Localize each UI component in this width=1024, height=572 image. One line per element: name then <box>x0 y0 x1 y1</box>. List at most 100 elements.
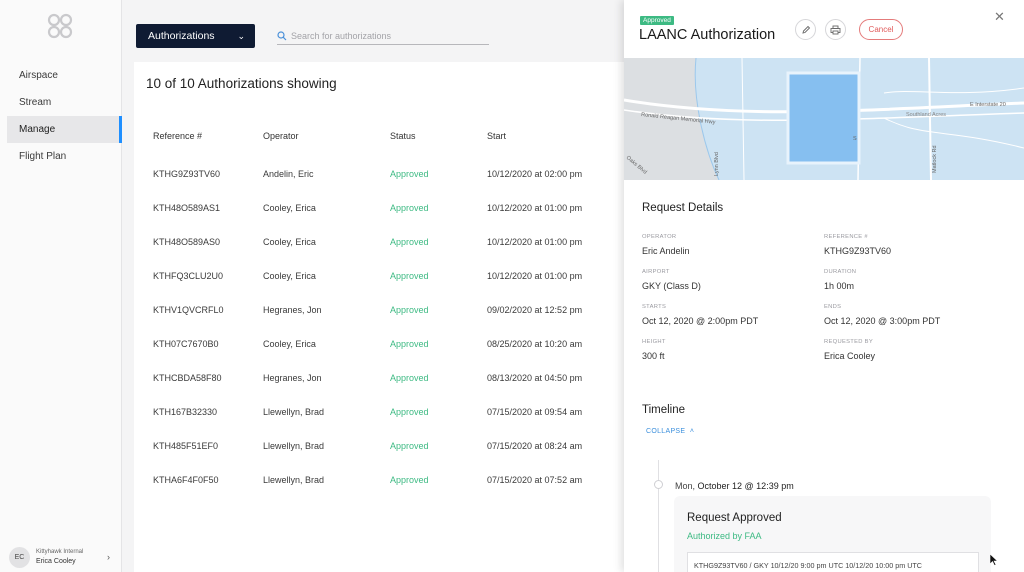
table-row[interactable]: KTH48O589AS1 Cooley, Erica Approved 10/12/2… <box>134 191 624 225</box>
authorization-detail-panel: Approved LAANC Authorization Cancel ✕ Ro… <box>624 0 1024 572</box>
ends-value: Oct 12, 2020 @ 3:00pm PDT <box>824 316 941 326</box>
dropdown-label: Authorizations <box>148 30 215 42</box>
timeline-dot <box>654 480 663 489</box>
reference-cell: KTH48O589AS1 <box>153 203 221 213</box>
height-label: HEIGHT <box>642 339 666 345</box>
start-cell: 08/13/2020 at 04:50 pm <box>487 373 583 383</box>
timeline-heading: Timeline <box>642 404 686 416</box>
timeline-date: Mon, October 12 @ 12:39 pm <box>675 481 794 491</box>
starts-label: STARTS <box>642 304 667 310</box>
search-icon <box>277 31 287 41</box>
user-name: Erica Cooley <box>36 558 76 565</box>
cancel-authorization-button[interactable]: Cancel <box>859 19 903 40</box>
status-badge: Approved <box>640 16 674 25</box>
chevron-down-icon: ⌄ <box>237 31 245 41</box>
status-cell: Approved <box>390 203 429 213</box>
sidebar: Airspace Stream Manage Flight Plan EC Ki… <box>0 0 122 572</box>
operator-cell: Andelin, Eric <box>263 169 314 179</box>
status-cell: Approved <box>390 339 429 349</box>
print-button[interactable] <box>825 19 846 40</box>
operator-cell: Hegranes, Jon <box>263 373 322 383</box>
status-cell: Approved <box>390 237 429 247</box>
panel-title: LAANC Authorization <box>639 27 776 43</box>
reference-cell: KTHFQ3CLU2U0 <box>153 271 224 281</box>
reference-cell: KTHCBDA58F80 <box>153 373 222 383</box>
table-row[interactable]: KTH167B32330 Llewellyn, Brad Approved 07/15… <box>134 395 624 429</box>
start-cell: 08/25/2020 at 10:20 am <box>487 339 583 349</box>
reference-cell: KTH167B32330 <box>153 407 218 417</box>
operator-cell: Hegranes, Jon <box>263 305 322 315</box>
timeline-card-detail: KTHG9Z93TV60 / GKY 10/12/20 9:00 pm UTC … <box>687 552 979 572</box>
operator-cell: Cooley, Erica <box>263 203 316 213</box>
start-cell: 07/15/2020 at 08:24 am <box>487 441 583 451</box>
table-row[interactable]: KTH48O589AS0 Cooley, Erica Approved 10/12/2… <box>134 225 624 259</box>
reference-cell: KTHA6F4F0F50 <box>153 475 219 485</box>
results-count: 10 of 10 Authorizations showing <box>146 76 337 91</box>
map-street-label: Matlock Rd <box>932 145 938 173</box>
reference-cell: KTH48O589AS0 <box>153 237 221 247</box>
table-row[interactable]: KTH485F51EF0 Llewellyn, Brad Approved 07/15… <box>134 429 624 463</box>
collapse-label: COLLAPSE <box>646 428 686 435</box>
authorizations-list: 10 of 10 Authorizations showing Referenc… <box>134 62 624 572</box>
column-header-reference[interactable]: Reference # <box>153 131 202 141</box>
printer-icon <box>830 25 841 34</box>
timeline-card: Request Approved Authorized by FAA KTHG9… <box>674 496 991 572</box>
table-row[interactable]: KTHV1QVCRFL0 Hegranes, Jon Approved 09/02/2… <box>134 293 624 327</box>
status-cell: Approved <box>390 373 429 383</box>
duration-label: DURATION <box>824 269 857 275</box>
table-row[interactable]: KTH07C7670B0 Cooley, Erica Approved 08/25/2… <box>134 327 624 361</box>
start-cell: 10/12/2020 at 01:00 pm <box>487 237 583 247</box>
map-street-label: E Interstate 20 <box>970 102 1006 108</box>
column-header-start[interactable]: Start <box>487 131 506 141</box>
status-cell: Approved <box>390 169 429 179</box>
timeline-line <box>658 460 659 572</box>
chevron-up-icon: ˄ <box>687 428 695 435</box>
operator-cell: Cooley, Erica <box>263 339 316 349</box>
column-header-operator[interactable]: Operator <box>263 131 299 141</box>
collapse-timeline-button[interactable]: COLLAPSE ˄ <box>646 428 694 435</box>
sidebar-item-flight-plan[interactable]: Flight Plan <box>7 143 122 170</box>
starts-value: Oct 12, 2020 @ 2:00pm PDT <box>642 316 759 326</box>
start-cell: 09/02/2020 at 12:52 pm <box>487 305 583 315</box>
reference-cell: KTH485F51EF0 <box>153 441 219 451</box>
authorizations-dropdown[interactable]: Authorizations ⌄ <box>136 24 255 48</box>
reference-cell: KTH07C7670B0 <box>153 339 219 349</box>
user-menu[interactable]: EC Kittyhawk Internal Erica Cooley › <box>0 542 122 572</box>
topbar: Authorizations ⌄ <box>122 0 624 62</box>
requested-by-value: Erica Cooley <box>824 351 876 361</box>
status-cell: Approved <box>390 441 429 451</box>
reference-value: KTHG9Z93TV60 <box>824 246 892 256</box>
pencil-icon <box>801 25 810 34</box>
table-row[interactable]: KTHG9Z93TV60 Andelin, Eric Approved 10/12/2… <box>134 157 624 191</box>
search-input[interactable] <box>291 29 481 43</box>
reference-label: REFERENCE # <box>824 234 868 240</box>
avatar: EC <box>9 546 30 568</box>
operator-cell: Cooley, Erica <box>263 237 316 247</box>
sidebar-item-stream[interactable]: Stream <box>7 89 122 116</box>
start-cell: 07/15/2020 at 07:52 am <box>487 475 583 485</box>
airport-label: AIRPORT <box>642 269 670 275</box>
chevron-right-icon: › <box>107 552 110 562</box>
requested-by-label: REQUESTED BY <box>824 339 874 345</box>
table-row[interactable]: KTHA6F4F0F50 Llewellyn, Brad Approved 07/15… <box>134 463 624 497</box>
kittyhawk-logo-icon[interactable] <box>46 12 74 40</box>
duration-value: 1h 00m <box>824 281 855 291</box>
table-row[interactable]: KTHFQ3CLU2U0 Cooley, Erica Approved 10/12/2… <box>134 259 624 293</box>
request-details-heading: Request Details <box>642 202 724 214</box>
reference-cell: KTHG9Z93TV60 <box>153 169 221 179</box>
sidebar-item-airspace[interactable]: Airspace <box>7 62 122 89</box>
table-row[interactable]: KTHCBDA58F80 Hegranes, Jon Approved 08/13/2… <box>134 361 624 395</box>
sidebar-nav: Airspace Stream Manage Flight Plan <box>0 62 122 170</box>
status-cell: Approved <box>390 407 429 417</box>
status-cell: Approved <box>390 475 429 485</box>
close-icon[interactable]: ✕ <box>994 9 1005 25</box>
map-street-label: Southland Acres <box>906 112 946 118</box>
edit-button[interactable] <box>795 19 816 40</box>
height-value: 300 ft <box>642 351 665 361</box>
operator-cell: Llewellyn, Brad <box>263 441 325 451</box>
authorization-map[interactable]: Ronald Reagan Memorial Hwy Southland Acr… <box>624 58 1024 180</box>
column-header-status[interactable]: Status <box>390 131 416 141</box>
operator-label: OPERATOR <box>642 234 677 240</box>
operator-cell: Llewellyn, Brad <box>263 475 325 485</box>
sidebar-item-manage[interactable]: Manage <box>7 116 122 143</box>
